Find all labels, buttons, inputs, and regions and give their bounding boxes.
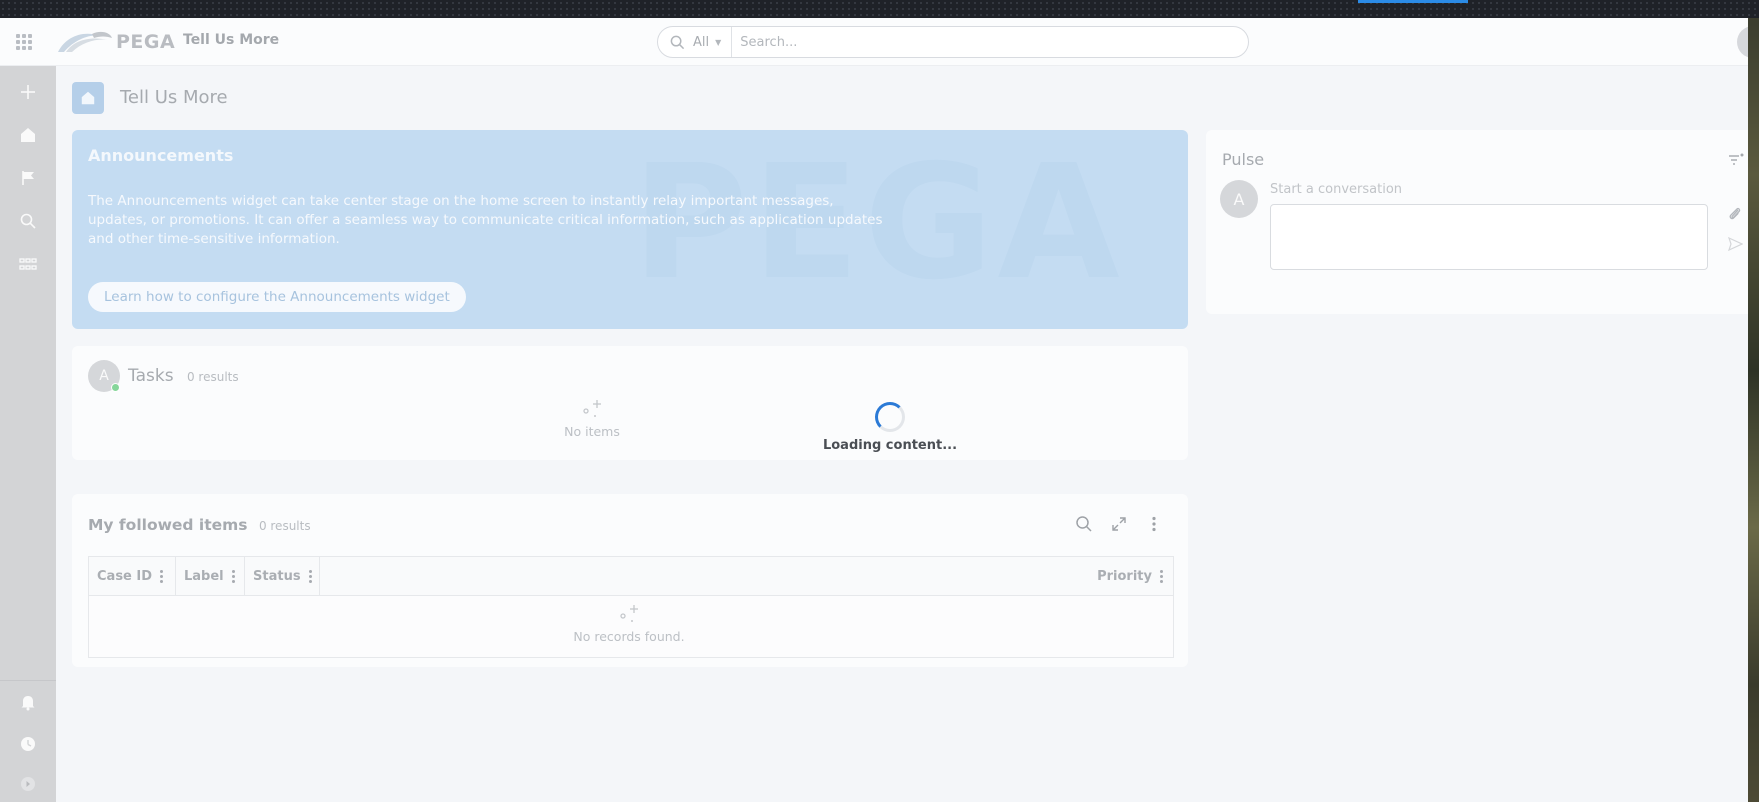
page-title-home-icon — [72, 82, 104, 114]
table-empty-text: No records found. — [573, 629, 685, 644]
active-tab-indicator — [1358, 0, 1468, 3]
column-label: Label — [184, 569, 224, 584]
announcements-widget: PEGA Announcements The Announcements wid… — [72, 130, 1188, 329]
followed-items-table: Case ID Label Status Priority No records… — [88, 556, 1174, 658]
nav-recent[interactable] — [14, 730, 42, 758]
nav-explore[interactable] — [14, 207, 42, 235]
global-search: All ▼ — [657, 26, 1249, 58]
sparkle-icon — [583, 400, 601, 417]
pulse-title: Pulse — [1222, 150, 1265, 169]
column-menu-icon[interactable] — [231, 570, 235, 583]
app-launcher-icon[interactable] — [16, 34, 32, 50]
tasks-header: Tasks 0 results — [128, 366, 239, 386]
home-icon — [81, 91, 95, 105]
expand-arrows-icon — [1112, 517, 1126, 531]
browser-top-strip — [0, 0, 1759, 18]
caret-down-icon: ▼ — [715, 37, 722, 47]
tasks-empty-text: No items — [564, 424, 620, 439]
home-icon — [21, 128, 35, 142]
nav-home[interactable] — [14, 121, 42, 149]
search-input[interactable] — [732, 28, 1233, 56]
pulse-attach-button[interactable] — [1728, 206, 1742, 226]
table-empty-state: No records found. — [559, 603, 699, 644]
dashboard-grid-icon — [19, 258, 37, 270]
column-menu-icon[interactable] — [1160, 570, 1163, 583]
online-status-dot — [111, 383, 120, 392]
followed-items-widget: My followed items 0 results Case ID Labe… — [72, 494, 1188, 667]
column-menu-icon[interactable] — [160, 570, 164, 583]
desktop-background-edge — [1748, 18, 1759, 802]
pulse-message-input[interactable] — [1270, 204, 1708, 270]
pulse-widget: Pulse A Start a conversation — [1206, 130, 1748, 314]
loading-indicator: Loading content... — [820, 402, 960, 453]
pulse-prompt: Start a conversation — [1270, 182, 1403, 197]
pulse-filter-button[interactable] — [1728, 152, 1744, 171]
column-menu-icon[interactable] — [308, 570, 312, 583]
tasks-avatar: A — [88, 360, 120, 392]
paperclip-icon — [1729, 207, 1741, 220]
column-label: Priority — [1097, 569, 1152, 584]
left-navigation — [0, 66, 56, 802]
sparkle-icon — [620, 605, 638, 622]
loading-spinner-icon — [875, 402, 905, 432]
column-label: Case ID — [97, 569, 153, 584]
nav-dashboard[interactable] — [14, 250, 42, 278]
more-vertical-icon — [1152, 516, 1156, 532]
column-header-label[interactable]: Label — [176, 557, 245, 596]
table-header: Case ID Label Status Priority — [89, 557, 1173, 596]
followed-count: 0 results — [258, 519, 311, 533]
column-label: Status — [253, 569, 301, 584]
app-header: PEGA Tell Us More All ▼ — [0, 18, 1748, 66]
tasks-title: Tasks — [128, 366, 174, 386]
expand-chevron-icon — [21, 777, 35, 791]
nav-create[interactable] — [14, 78, 42, 106]
tasks-empty-state: No items — [522, 398, 662, 439]
user-avatar[interactable] — [1737, 26, 1748, 58]
loading-text: Loading content... — [822, 438, 958, 453]
app-name: Tell Us More — [183, 32, 280, 48]
send-icon — [1727, 236, 1744, 252]
explore-search-icon — [20, 213, 36, 229]
nav-flagged[interactable] — [14, 164, 42, 192]
pulse-avatar-initial: A — [1233, 189, 1245, 209]
bell-icon — [21, 696, 35, 711]
search-scope-dropdown[interactable]: All ▼ — [658, 27, 733, 57]
followed-more-button[interactable] — [1142, 512, 1166, 536]
search-scope-label: All — [693, 34, 710, 50]
app-window: PEGA Tell Us More All ▼ Search... Tell U… — [0, 18, 1748, 802]
tasks-count: 0 results — [186, 370, 239, 384]
nav-expand[interactable] — [14, 770, 42, 798]
announcements-title: Announcements — [88, 146, 234, 165]
tasks-widget: A Tasks 0 results No items — [72, 346, 1188, 460]
pulse-send-button[interactable] — [1727, 236, 1744, 255]
followed-title: My followed items — [88, 516, 248, 534]
nav-divider — [0, 680, 56, 681]
search-icon — [1076, 516, 1092, 532]
pulse-avatar: A — [1220, 180, 1258, 218]
clock-icon — [21, 737, 35, 751]
learn-announcements-link[interactable]: Learn how to configure the Announcements… — [88, 282, 466, 312]
filter-icon — [1729, 153, 1744, 165]
nav-notifications[interactable] — [14, 688, 42, 716]
plus-icon — [21, 85, 35, 99]
followed-expand-button[interactable] — [1107, 512, 1131, 536]
column-header-status[interactable]: Status — [245, 557, 320, 596]
followed-search-button[interactable] — [1072, 512, 1096, 536]
search-icon — [670, 35, 685, 49]
pega-logo-mark-icon — [58, 31, 112, 52]
flag-icon — [22, 171, 34, 185]
pega-logo[interactable]: PEGA — [56, 28, 175, 56]
tasks-avatar-initial: A — [99, 368, 109, 384]
followed-header: My followed items 0 results — [88, 516, 311, 534]
announcements-body: The Announcements widget can take center… — [88, 193, 883, 247]
column-header-priority[interactable]: Priority — [1079, 557, 1173, 596]
column-header-case-id[interactable]: Case ID — [89, 557, 176, 596]
pega-logo-text: PEGA — [116, 31, 176, 53]
page-title: Tell Us More — [120, 87, 228, 108]
